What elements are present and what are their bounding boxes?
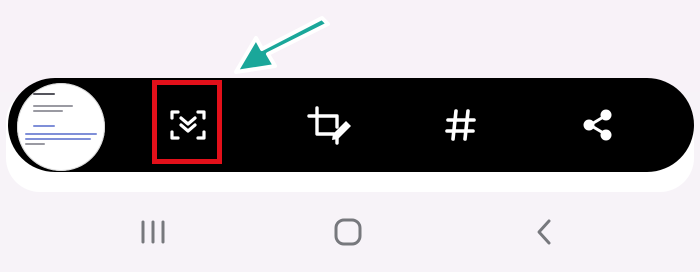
crop-edit-button[interactable] <box>284 80 374 170</box>
share-button[interactable] <box>553 80 643 170</box>
thumbnail-line <box>25 133 97 135</box>
thumbnail-line <box>33 93 55 95</box>
share-icon <box>578 105 618 145</box>
scroll-capture-button[interactable] <box>143 80 233 170</box>
home-button[interactable] <box>318 210 378 258</box>
crop-edit-icon <box>304 103 354 147</box>
tag-button[interactable] <box>416 80 506 170</box>
back-button[interactable] <box>514 210 574 258</box>
home-icon <box>333 217 363 252</box>
thumbnail-line <box>33 110 63 112</box>
scroll-capture-icon <box>166 103 210 147</box>
navigation-bar <box>0 196 700 272</box>
recent-apps-button[interactable] <box>123 210 183 258</box>
thumbnail-line <box>33 125 55 127</box>
recent-apps-icon <box>138 218 168 251</box>
thumbnail-line <box>25 138 91 140</box>
thumbnail-line <box>33 105 73 107</box>
screenshot-thumbnail[interactable] <box>17 83 105 171</box>
back-icon <box>532 217 556 252</box>
thumbnail-line <box>25 143 45 145</box>
hashtag-icon <box>443 105 479 145</box>
